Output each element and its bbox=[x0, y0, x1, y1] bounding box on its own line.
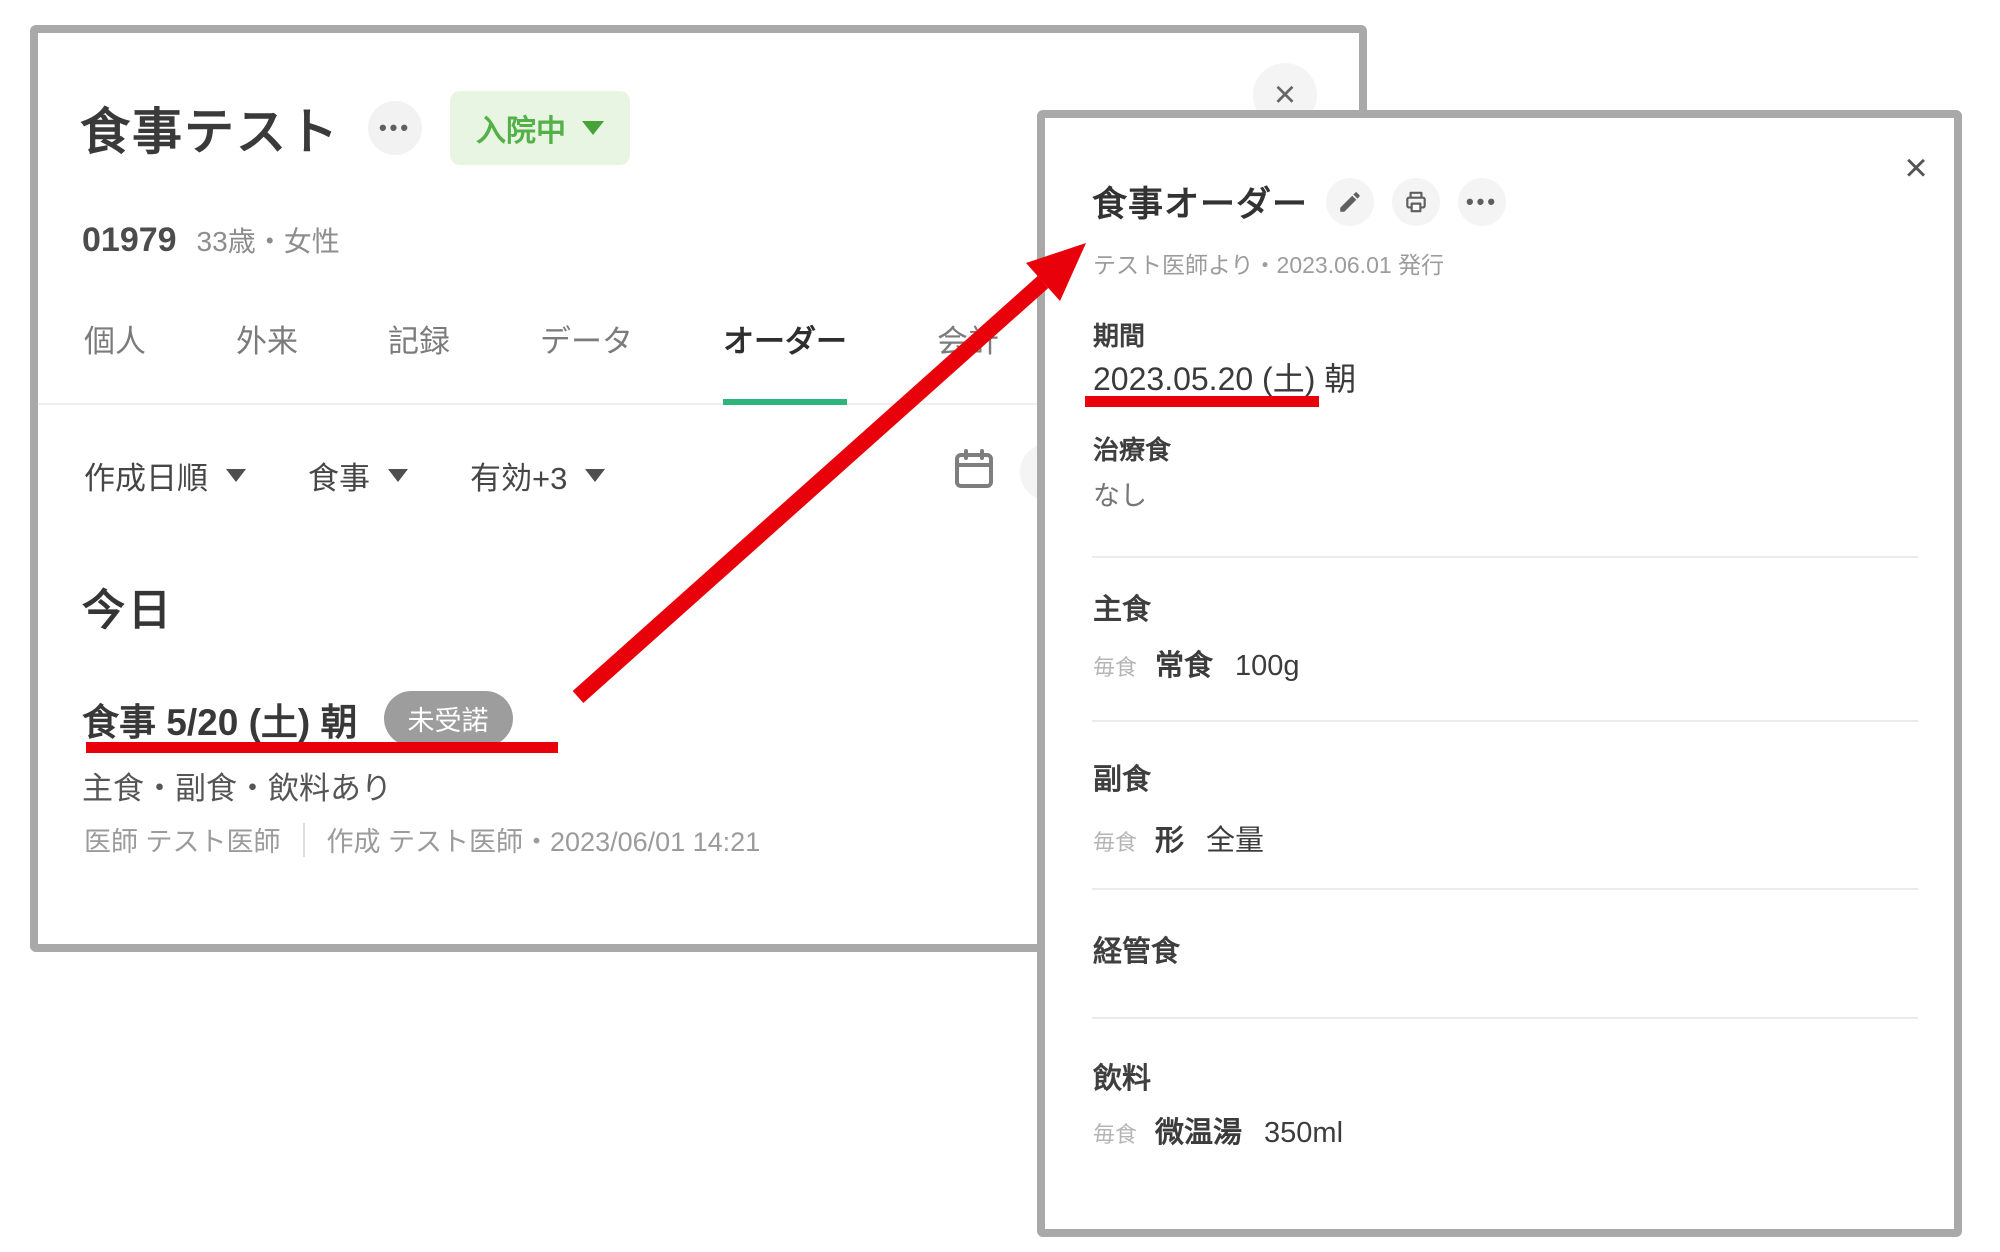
chevron-down-icon bbox=[226, 469, 246, 482]
modal-close-button[interactable]: × bbox=[1890, 142, 1942, 194]
order-list-item[interactable]: 食事 5/20 (土) 朝 未受諾 bbox=[82, 691, 513, 746]
tab-orders[interactable]: オーダー bbox=[723, 316, 847, 405]
meal-order-modal: × 食事オーダー ••• テスト医師より・2023.06.01 発行 期間 bbox=[1037, 110, 1962, 1237]
close-icon: × bbox=[1274, 76, 1296, 114]
calendar-button[interactable] bbox=[950, 445, 998, 493]
side-dish-label: 副食 bbox=[1093, 756, 1151, 798]
filter-sort-dropdown[interactable]: 作成日順 bbox=[84, 453, 246, 498]
tab-data[interactable]: データ bbox=[540, 316, 633, 403]
section-divider bbox=[1092, 1017, 1918, 1019]
beverage-name: 微温湯 bbox=[1155, 1109, 1242, 1151]
period-label: 期間 bbox=[1093, 316, 1145, 353]
modal-header: 食事オーダー ••• bbox=[1092, 176, 1506, 227]
today-heading: 今日 bbox=[82, 576, 174, 638]
filter-type-dropdown[interactable]: 食事 bbox=[308, 453, 408, 498]
print-button[interactable] bbox=[1392, 178, 1440, 226]
section-divider bbox=[1092, 720, 1918, 722]
admission-status-badge[interactable]: 入院中 bbox=[450, 91, 630, 165]
order-status-badge: 未受諾 bbox=[384, 691, 513, 746]
calendar-icon bbox=[950, 445, 998, 493]
tube-feeding-label: 経管食 bbox=[1093, 928, 1180, 970]
tab-personal[interactable]: 個人 bbox=[84, 316, 146, 403]
tab-records[interactable]: 記録 bbox=[388, 316, 450, 403]
staple-food-label: 主食 bbox=[1093, 586, 1151, 628]
order-item-title[interactable]: 食事 5/20 (土) 朝 bbox=[82, 692, 358, 746]
section-divider bbox=[1092, 888, 1918, 890]
side-frequency: 毎食 bbox=[1093, 825, 1137, 857]
chevron-down-icon bbox=[388, 469, 408, 482]
chevron-down-icon bbox=[585, 469, 605, 482]
order-filter-bar: 作成日順 食事 有効+3 bbox=[84, 453, 605, 498]
order-item-summary: 主食・副食・飲料あり bbox=[82, 763, 392, 808]
patient-meta-row: 01979 33歳・女性 bbox=[82, 220, 340, 260]
beverage-label: 飲料 bbox=[1093, 1055, 1151, 1097]
beverage-row: 毎食 微温湯 350ml bbox=[1093, 1109, 1343, 1151]
filter-status-label: 有効+3 bbox=[470, 453, 567, 498]
modal-subtitle: テスト医師より・2023.06.01 発行 bbox=[1093, 246, 1444, 280]
printer-icon bbox=[1403, 189, 1429, 215]
beverage-amount: 350ml bbox=[1264, 1117, 1343, 1150]
more-icon: ••• bbox=[379, 117, 411, 139]
side-name: 形 bbox=[1155, 817, 1184, 859]
close-icon: × bbox=[1904, 148, 1927, 188]
filter-type-label: 食事 bbox=[308, 453, 370, 498]
staple-amount: 100g bbox=[1235, 650, 1300, 683]
filter-sort-label: 作成日順 bbox=[84, 453, 208, 498]
chevron-down-icon bbox=[582, 121, 604, 135]
admission-status-label: 入院中 bbox=[476, 106, 566, 150]
tab-accounting[interactable]: 会計 bbox=[937, 316, 999, 403]
staple-frequency: 毎食 bbox=[1093, 650, 1137, 682]
beverage-frequency: 毎食 bbox=[1093, 1117, 1137, 1149]
order-doctor: 医師 テスト医師 bbox=[84, 820, 281, 859]
byline-divider bbox=[303, 823, 305, 857]
side-dish-row: 毎食 形 全量 bbox=[1093, 817, 1264, 859]
staple-food-row: 毎食 常食 100g bbox=[1093, 642, 1300, 684]
order-created: 作成 テスト医師・2023/06/01 14:21 bbox=[327, 820, 761, 859]
more-icon: ••• bbox=[1466, 191, 1498, 213]
patient-name-title: 食事テスト bbox=[80, 92, 340, 164]
patient-header: 食事テスト ••• 入院中 bbox=[80, 91, 630, 165]
modal-more-button[interactable]: ••• bbox=[1458, 178, 1506, 226]
order-item-byline: 医師 テスト医師 作成 テスト医師・2023/06/01 14:21 bbox=[84, 820, 760, 859]
therapeutic-meal-value: なし bbox=[1093, 474, 1147, 513]
tab-outpatient[interactable]: 外来 bbox=[236, 316, 298, 403]
side-amount: 全量 bbox=[1206, 817, 1264, 859]
section-divider bbox=[1092, 556, 1918, 558]
screenshot-canvas: 食事テスト ••• 入院中 01979 33歳・女性 個人 外来 記録 データ … bbox=[0, 0, 2000, 1252]
patient-age-sex: 33歳・女性 bbox=[197, 220, 340, 260]
period-value: 2023.05.20 (土) 朝 bbox=[1093, 354, 1356, 400]
patient-more-button[interactable]: ••• bbox=[368, 101, 422, 155]
modal-title: 食事オーダー bbox=[1092, 176, 1308, 227]
therapeutic-meal-label: 治療食 bbox=[1093, 430, 1171, 467]
patient-id: 01979 bbox=[82, 221, 177, 260]
pencil-icon bbox=[1337, 189, 1363, 215]
staple-name: 常食 bbox=[1155, 642, 1213, 684]
filter-status-dropdown[interactable]: 有効+3 bbox=[470, 453, 605, 498]
edit-button[interactable] bbox=[1326, 178, 1374, 226]
